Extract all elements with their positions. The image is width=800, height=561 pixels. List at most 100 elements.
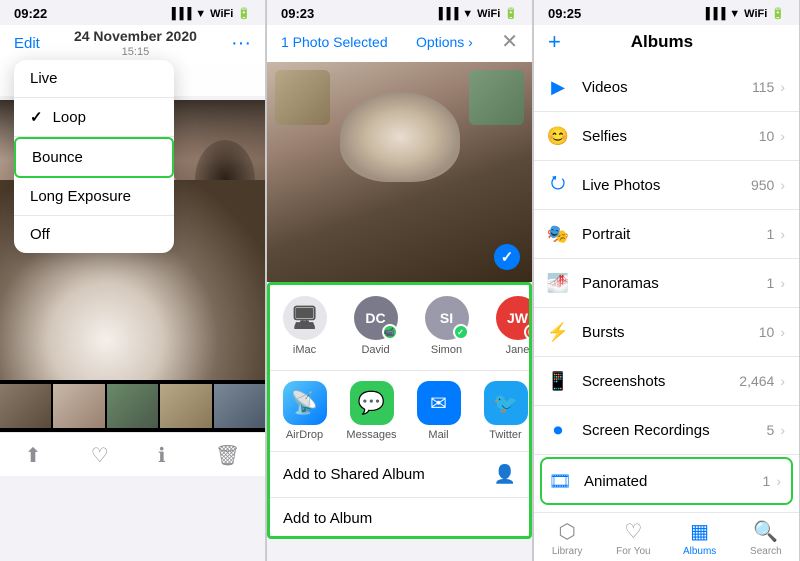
- signal-icons-1: ▐▐▐ ▼ WiFi 🔋: [168, 7, 251, 20]
- library-tab-icon: ⬡: [558, 519, 575, 544]
- screenrec-icon: ⏺: [544, 416, 572, 444]
- mail-label: Mail: [428, 429, 448, 441]
- album-animated[interactable]: 🎞 Animated 1 ›: [540, 457, 793, 505]
- thumb-1[interactable]: [0, 384, 51, 428]
- info-icon[interactable]: ℹ: [158, 443, 166, 468]
- airdrop-label: AirDrop: [286, 429, 323, 441]
- thumb-5[interactable]: [214, 384, 265, 428]
- checkmark: ✓: [494, 244, 520, 270]
- more-button-1[interactable]: ···: [231, 32, 251, 55]
- album-live[interactable]: ⭮ Live Photos 950 ›: [534, 161, 799, 210]
- contact-imac[interactable]: 🖥 iMac: [277, 296, 332, 356]
- contact-avatar-dc: DC 📹: [354, 296, 398, 340]
- contact-simon[interactable]: SI ✓ Simon: [419, 296, 474, 356]
- animated-icon: 🎞: [546, 467, 574, 495]
- mail-icon: ✉: [417, 381, 461, 425]
- dropdown-item-off[interactable]: Off: [14, 216, 174, 253]
- heart-icon[interactable]: ♡: [91, 443, 109, 468]
- contacts-row: 🖥 iMac DC 📹 David SI ✓ Simon: [267, 282, 532, 370]
- app-airdrop[interactable]: 📡 AirDrop: [277, 381, 332, 441]
- album-name-selfies: Selfies: [582, 128, 759, 145]
- album-count-animated: 1: [763, 473, 771, 489]
- selected-photo: ✓: [267, 62, 532, 282]
- album-portrait[interactable]: 🎭 Portrait 1 ›: [534, 210, 799, 259]
- add-album-button[interactable]: +: [548, 29, 561, 55]
- signal-icons-3: ▐▐▐ ▼ WiFi 🔋: [702, 7, 785, 20]
- share-header: 1 Photo Selected Options › ✕: [267, 25, 532, 62]
- album-count-selfies: 10: [759, 128, 775, 144]
- contact-jane[interactable]: JW ✉ Jane: [490, 296, 532, 356]
- trash-icon[interactable]: 🗑: [215, 443, 240, 468]
- album-name-animated: Animated: [584, 473, 763, 490]
- contact-avatar-jw: JW ✉: [496, 296, 533, 340]
- videos-icon: ▶: [544, 73, 572, 101]
- twitter-label: Twitter: [489, 429, 521, 441]
- contact-david[interactable]: DC 📹 David: [348, 296, 403, 356]
- album-count-screenshots: 2,464: [739, 373, 774, 389]
- album-screenshots[interactable]: 📱 Screenshots 2,464 ›: [534, 357, 799, 406]
- album-videos[interactable]: ▶ Videos 115 ›: [534, 63, 799, 112]
- tab-foryou[interactable]: ♡ For You: [600, 519, 666, 557]
- dropdown-item-bounce[interactable]: Bounce: [14, 137, 174, 178]
- time-1: 09:22: [14, 6, 47, 21]
- date-header: 24 November 2020 15:15: [74, 27, 197, 59]
- tab-bar-3: ⬡ Library ♡ For You ▦ Albums 🔍 Search: [534, 512, 799, 561]
- app-mail[interactable]: ✉ Mail: [411, 381, 466, 441]
- contact-name-imac: iMac: [293, 344, 316, 356]
- chevron-icon-animated: ›: [776, 473, 781, 489]
- close-button[interactable]: ✕: [501, 29, 518, 54]
- phone-screen-3: 09:25 ▐▐▐ ▼ WiFi 🔋 + Albums ▶ Videos 115…: [534, 0, 799, 561]
- contact-name-jane: Jane: [506, 344, 530, 356]
- contact-name-david: David: [361, 344, 389, 356]
- dropdown-item-longexposure[interactable]: Long Exposure: [14, 178, 174, 216]
- messages-icon: 💬: [350, 381, 394, 425]
- chevron-icon-panoramas: ›: [780, 275, 785, 291]
- portrait-icon: 🎭: [544, 220, 572, 248]
- messages-label: Messages: [346, 429, 396, 441]
- time-2: 09:23: [281, 6, 314, 21]
- thumb-3[interactable]: [107, 384, 158, 428]
- screenshots-icon: 📱: [544, 367, 572, 395]
- action-shared-album[interactable]: Add to Shared Album 👤: [267, 451, 532, 497]
- album-bursts[interactable]: ⚡ Bursts 10 ›: [534, 308, 799, 357]
- albums-tab-icon: ▦: [690, 519, 709, 544]
- dropdown-item-bounce-wrapper[interactable]: Bounce: [14, 137, 174, 178]
- app-twitter[interactable]: 🐦 Twitter: [478, 381, 532, 441]
- chevron-icon-screenrec: ›: [780, 422, 785, 438]
- live-icon: ⭮: [544, 171, 572, 199]
- tab-library[interactable]: ⬡ Library: [534, 519, 600, 557]
- thumb-4[interactable]: [160, 384, 211, 428]
- dropdown-item-loop[interactable]: Loop: [14, 98, 174, 137]
- album-name-bursts: Bursts: [582, 324, 759, 341]
- albums-title: Albums: [631, 32, 693, 52]
- album-selfies[interactable]: 😊 Selfies 10 ›: [534, 112, 799, 161]
- panel-1: 09:22 ▐▐▐ ▼ WiFi 🔋 Edit 24 November 2020…: [0, 0, 266, 561]
- app-messages[interactable]: 💬 Messages: [344, 381, 399, 441]
- tab-albums[interactable]: ▦ Albums: [667, 519, 733, 557]
- options-button[interactable]: Options ›: [416, 34, 473, 50]
- album-count-bursts: 10: [759, 324, 775, 340]
- edit-button-1[interactable]: Edit: [14, 35, 40, 52]
- thumbnail-strip-1: [0, 380, 265, 432]
- action-add-album[interactable]: Add to Album: [267, 497, 532, 539]
- album-panoramas[interactable]: 🌁 Panoramas 1 ›: [534, 259, 799, 308]
- album-list: ▶ Videos 115 › 😊 Selfies 10 › ⭮ Live Pho…: [534, 63, 799, 512]
- album-count-screenrec: 5: [767, 422, 775, 438]
- album-screen-recordings[interactable]: ⏺ Screen Recordings 5 ›: [534, 406, 799, 455]
- tab-search[interactable]: 🔍 Search: [733, 519, 799, 557]
- thumb-2[interactable]: [53, 384, 104, 428]
- contact-name-simon: Simon: [431, 344, 462, 356]
- foryou-tab-icon: ♡: [624, 519, 642, 544]
- dropdown-item-live[interactable]: Live: [14, 60, 174, 98]
- share-icon[interactable]: ⬆: [25, 443, 42, 468]
- share-sheet-wrapper: 🖥 iMac DC 📹 David SI ✓ Simon: [267, 282, 532, 539]
- album-count-videos: 115: [752, 79, 774, 95]
- albums-header: + Albums: [534, 25, 799, 63]
- album-count-live: 950: [751, 177, 774, 193]
- selfies-icon: 😊: [544, 122, 572, 150]
- bursts-icon: ⚡: [544, 318, 572, 346]
- album-count-portrait: 1: [767, 226, 775, 242]
- search-tab-icon: 🔍: [753, 519, 778, 544]
- phone-screen-1: 09:22 ▐▐▐ ▼ WiFi 🔋 Edit 24 November 2020…: [0, 0, 265, 561]
- panoramas-icon: 🌁: [544, 269, 572, 297]
